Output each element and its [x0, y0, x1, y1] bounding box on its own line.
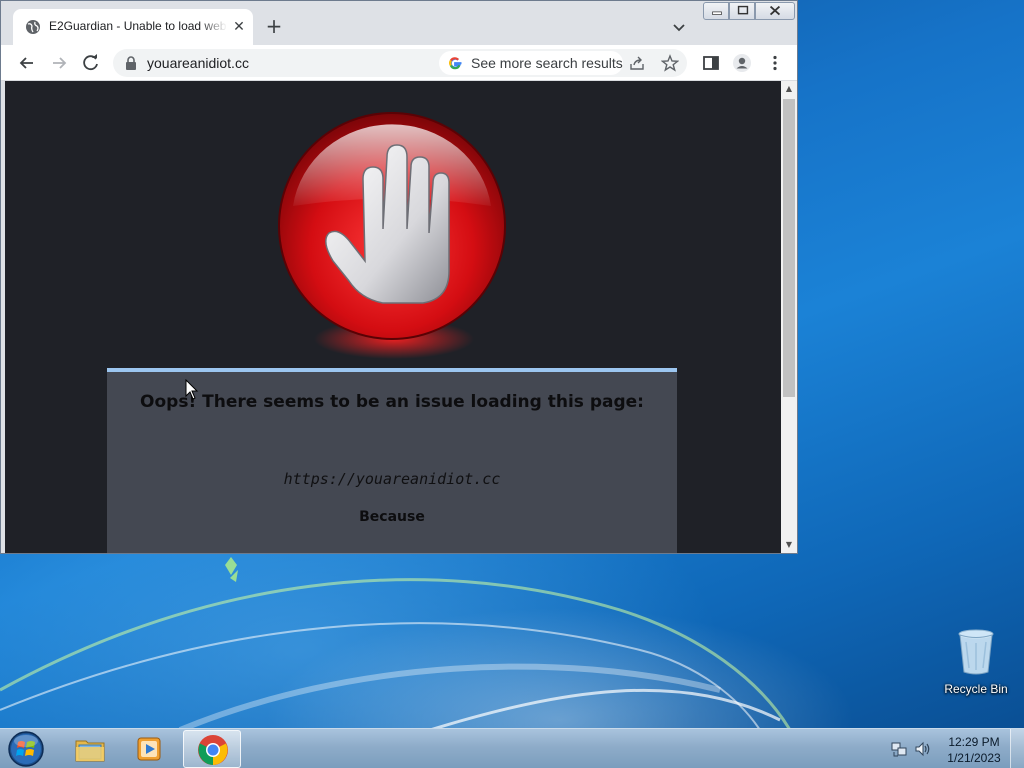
- profile-avatar-icon[interactable]: [732, 53, 752, 73]
- stop-hand-icon: [278, 112, 506, 359]
- browser-toolbar: youareanidiot.cc See more search results: [1, 45, 797, 81]
- show-desktop-button[interactable]: [1010, 729, 1024, 768]
- recycle-bin-icon: [958, 629, 994, 675]
- taskbar-chrome[interactable]: [183, 730, 241, 768]
- windows-start-orb-icon[interactable]: [6, 730, 46, 768]
- forward-arrow-icon[interactable]: [49, 53, 69, 73]
- back-arrow-icon[interactable]: [17, 53, 37, 73]
- address-bar[interactable]: youareanidiot.cc See more search results: [113, 49, 687, 77]
- taskbar-media-player[interactable]: [121, 730, 179, 768]
- search-results-label: See more search results: [471, 55, 623, 71]
- page-viewport: Oops! There seems to be an issue loading…: [5, 81, 781, 553]
- restore-button[interactable]: [729, 2, 755, 20]
- close-tab-icon[interactable]: ✕: [231, 19, 247, 35]
- lock-icon[interactable]: [125, 56, 137, 70]
- volume-icon[interactable]: [914, 740, 932, 758]
- tab-e2guardian[interactable]: E2Guardian - Unable to load webpage ✕: [13, 9, 253, 45]
- because-label: Because: [359, 509, 425, 525]
- recycle-bin-shortcut[interactable]: Recycle Bin: [940, 628, 1012, 696]
- vertical-scrollbar[interactable]: ▲ ▼: [781, 81, 797, 553]
- url-text[interactable]: youareanidiot.cc: [147, 55, 249, 71]
- close-window-button[interactable]: [755, 2, 795, 20]
- recycle-bin-label: Recycle Bin: [944, 682, 1008, 696]
- reload-icon[interactable]: [81, 53, 101, 73]
- google-g-icon: [449, 57, 462, 70]
- share-icon[interactable]: [629, 55, 645, 71]
- side-panel-icon[interactable]: [701, 53, 721, 73]
- chrome-window: E2Guardian - Unable to load webpage ✕ +: [0, 0, 798, 554]
- tab-title: E2Guardian - Unable to load webpage: [49, 19, 227, 33]
- bookmark-star-icon[interactable]: [661, 54, 679, 72]
- chrome-icon: [198, 735, 228, 765]
- minimize-button[interactable]: [703, 2, 729, 20]
- clock-date: 1/21/2023: [947, 751, 1001, 765]
- scrollbar-thumb[interactable]: [783, 99, 795, 397]
- taskbar: 12:29 PM 1/21/2023: [0, 728, 1024, 768]
- wallpaper-swoosh: [0, 557, 791, 728]
- mouse-cursor-icon: [185, 379, 199, 400]
- taskbar-explorer[interactable]: [61, 730, 119, 768]
- scroll-up-arrow-icon[interactable]: ▲: [781, 81, 797, 97]
- chevron-down-icon[interactable]: [669, 17, 689, 37]
- restore-icon: [737, 5, 749, 15]
- minimize-icon: [712, 11, 722, 15]
- clock-time: 12:29 PM: [948, 735, 1000, 749]
- folder-icon: [75, 740, 105, 762]
- media-player-icon: [137, 737, 161, 761]
- close-icon: [769, 5, 781, 16]
- new-tab-button[interactable]: +: [263, 15, 285, 37]
- globe-icon: [26, 20, 40, 34]
- blocked-url: https://youareanidiot.cc: [283, 470, 501, 488]
- search-results-chip[interactable]: See more search results: [439, 51, 623, 75]
- scroll-down-arrow-icon[interactable]: ▼: [781, 537, 797, 553]
- network-icon[interactable]: [890, 740, 908, 758]
- block-reason-text: [287, 548, 507, 553]
- taskbar-clock[interactable]: 12:29 PM 1/21/2023: [938, 734, 1010, 766]
- tab-strip: E2Guardian - Unable to load webpage ✕ +: [1, 1, 797, 45]
- menu-kebab-icon[interactable]: [765, 53, 785, 73]
